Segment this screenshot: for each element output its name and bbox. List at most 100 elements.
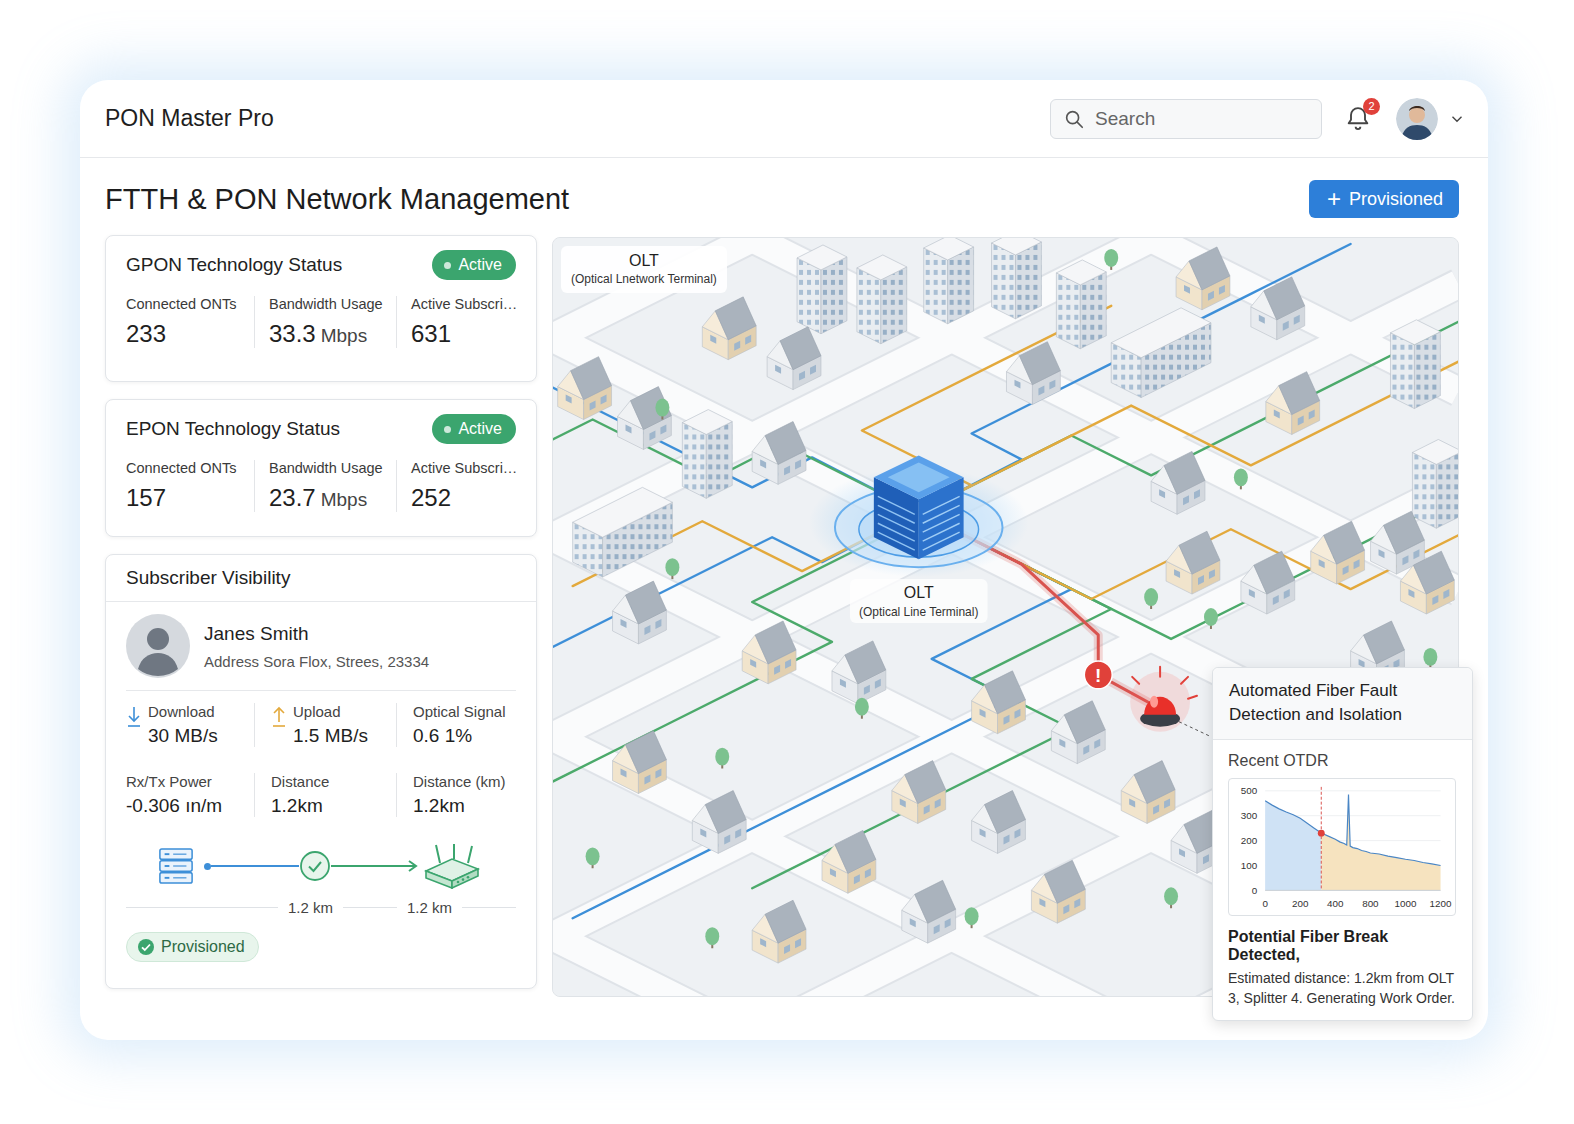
x-axis xyxy=(1265,889,1440,890)
building xyxy=(972,671,1026,734)
notification-count: 2 xyxy=(1363,98,1380,115)
building xyxy=(992,238,1042,319)
otdr-plot: 5003002001000020040080010001200 xyxy=(1229,779,1455,915)
button-label: Provisioned xyxy=(1349,189,1443,210)
olt-legend-label: OLT (Optical Lnetwork Terminal) xyxy=(561,246,727,293)
x-tick: 1000 xyxy=(1395,898,1417,909)
card-header: EPON Technology StatusActive xyxy=(126,414,522,444)
tree xyxy=(1144,588,1158,609)
grid-line xyxy=(1265,889,1440,890)
stat-label: Active Subscri… xyxy=(411,296,522,312)
stat-value: 157 xyxy=(126,484,254,512)
rule-line xyxy=(462,907,516,908)
otdr-chart: 5003002001000020040080010001200 xyxy=(1228,778,1456,916)
status-dot xyxy=(444,426,451,433)
stat-label: Active Subscri… xyxy=(411,460,522,476)
stat: Active Subscri… 631 xyxy=(396,296,522,348)
stat: Bandwidth Usage33.3Mbps xyxy=(254,296,396,348)
building xyxy=(613,581,667,644)
status-badge: Active xyxy=(432,414,516,444)
technology-card: GPON Technology StatusActiveConnected ON… xyxy=(105,235,537,382)
arrow-head-icon xyxy=(408,860,418,872)
user-photo-icon xyxy=(1396,98,1438,140)
x-tick: 800 xyxy=(1362,898,1379,909)
otdr-trace xyxy=(1265,794,1440,865)
metric-text: Distance (km)1.2km xyxy=(413,773,506,817)
tree xyxy=(965,907,979,928)
building xyxy=(1151,451,1205,514)
building xyxy=(902,880,956,943)
page: PON Master Pro 2 FTTH & PON Network Manage… xyxy=(0,0,1574,1124)
stat-value: 631 xyxy=(411,320,522,348)
upload-arrow-icon xyxy=(271,705,287,729)
building xyxy=(1166,531,1220,594)
stat-label: Bandwidth Usage xyxy=(269,460,396,476)
subscriber-profile: Janes SmithAddress Sora Flox, Strees, 23… xyxy=(126,614,516,691)
stat-value: 233 xyxy=(126,320,254,348)
building xyxy=(1400,551,1454,614)
metric-label: Rx/Tx Power xyxy=(126,773,222,790)
building xyxy=(797,245,847,334)
fault-marker-text: ! xyxy=(1095,665,1101,686)
building xyxy=(1412,439,1458,528)
metric: Distance (km)1.2km xyxy=(396,773,516,817)
top-actions: 2 xyxy=(1050,98,1466,140)
metric-value: -0.306 ın/m xyxy=(126,795,222,817)
building xyxy=(892,761,946,824)
tree xyxy=(1234,468,1248,489)
search-field[interactable] xyxy=(1050,99,1322,139)
building xyxy=(767,327,821,390)
building xyxy=(1241,551,1295,614)
fault-marker[interactable]: ! xyxy=(1084,661,1112,689)
x-tick: 400 xyxy=(1327,898,1344,909)
break-point[interactable] xyxy=(1318,829,1325,836)
notifications-button[interactable]: 2 xyxy=(1344,104,1374,134)
metric: Upload1.5 MB/s xyxy=(254,703,396,747)
stat-unit: Mbps xyxy=(321,325,367,346)
olt-server-icon[interactable] xyxy=(874,455,964,559)
app-title: PON Master Pro xyxy=(105,105,274,132)
legend-subtitle: (Optical Lnetwork Terminal) xyxy=(571,272,717,286)
legend-title: OLT xyxy=(571,252,717,270)
metric-value: 1.2km xyxy=(413,795,506,817)
search-input[interactable] xyxy=(1093,107,1309,131)
building xyxy=(752,422,806,485)
fiber-route[interactable] xyxy=(573,306,1458,599)
link-status-check-icon xyxy=(299,850,331,882)
olt-sublabel: (Optical Line Terminal) xyxy=(859,605,978,619)
provisioned-button[interactable]: +Provisioned xyxy=(1309,180,1459,218)
link-diagram xyxy=(126,843,516,889)
stat-label: Bandwidth Usage xyxy=(269,296,396,312)
alert-text: Estimated distance: 1.2km from OLT 3, Sp… xyxy=(1228,968,1458,1009)
building xyxy=(1056,260,1106,349)
metric-value: 0.6 1% xyxy=(413,725,506,747)
tree xyxy=(655,399,669,420)
page-title: FTTH & PON Network Management xyxy=(105,183,569,216)
alarm-rays xyxy=(1130,667,1197,732)
alarm-beacon-icon[interactable] xyxy=(1130,667,1197,732)
subscriber-card: Subscriber Visibility Janes SmithAddress … xyxy=(105,554,537,989)
building xyxy=(1111,308,1211,398)
building xyxy=(682,410,732,499)
building xyxy=(752,900,806,963)
stat: Bandwidth Usage23.7Mbps xyxy=(254,460,396,512)
metric-text: Rx/Tx Power -0.306 ın/m xyxy=(126,773,222,817)
user-avatar[interactable] xyxy=(1396,98,1438,140)
left-column: GPON Technology StatusActiveConnected ON… xyxy=(105,235,537,989)
x-tick: 200 xyxy=(1292,898,1309,909)
card-header: Subscriber Visibility xyxy=(106,555,536,602)
metrics-grid: Download30 MB/sUpload1.5 MB/sOptical Sig… xyxy=(126,691,516,817)
download-arrow-icon xyxy=(126,705,142,729)
building xyxy=(1006,342,1060,405)
metric-label: Upload xyxy=(293,703,368,720)
building xyxy=(618,387,672,450)
card-title: Subscriber Visibility xyxy=(126,567,516,589)
building xyxy=(832,641,886,704)
metric-value: 1.2km xyxy=(271,795,329,817)
building xyxy=(924,238,974,324)
building xyxy=(702,297,756,360)
tree xyxy=(1164,887,1178,908)
metric-label: Optical Signal xyxy=(413,703,506,720)
chevron-down-icon[interactable] xyxy=(1448,110,1466,128)
provisioned-badge: Provisioned xyxy=(126,932,259,962)
